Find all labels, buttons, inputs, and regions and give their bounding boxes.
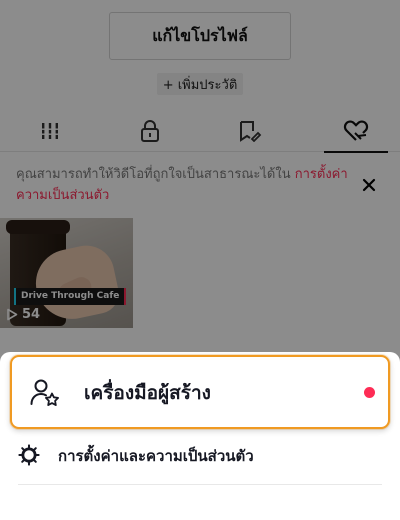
sheet-divider	[18, 484, 382, 485]
close-icon	[362, 178, 376, 192]
creator-tools-item[interactable]: เครื่องมือผู้สร้าง	[10, 355, 390, 429]
settings-and-privacy-item[interactable]: การตั้งค่าและความเป็นส่วนตัว	[0, 434, 400, 478]
notification-dot	[364, 387, 375, 398]
settings-label: การตั้งค่าและความเป็นส่วนตัว	[58, 447, 254, 465]
creator-tools-icon	[30, 379, 59, 406]
notice-close-button[interactable]	[356, 172, 382, 198]
creator-tools-label: เครื่องมือผู้สร้าง	[84, 382, 211, 404]
settings-gear-icon	[18, 444, 40, 466]
